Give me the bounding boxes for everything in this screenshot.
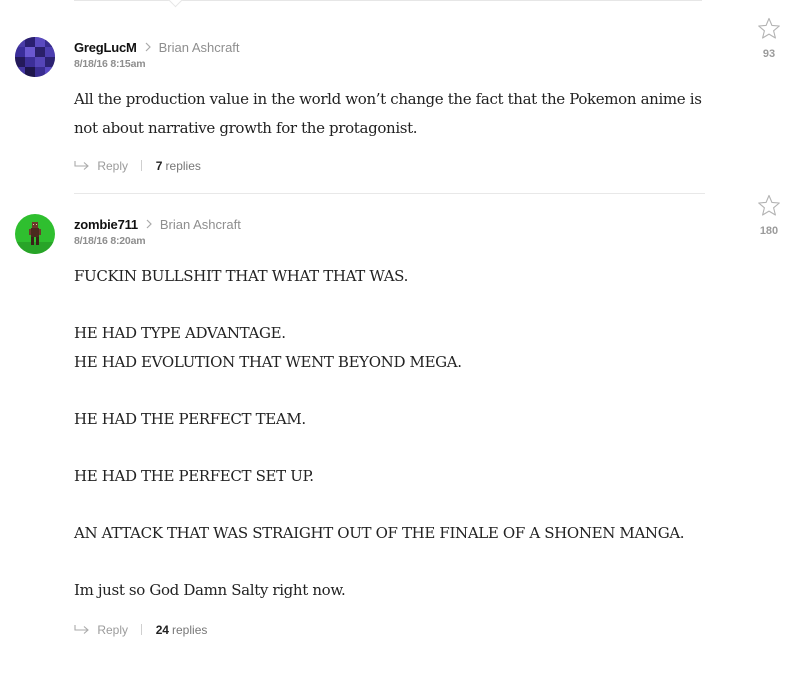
author-name[interactable]: GregLucM: [74, 40, 137, 55]
comment-header: zombie711 Brian Ashcraft: [74, 216, 241, 234]
pixelated-purple-avatar-icon: [15, 37, 55, 77]
comment-divider: [74, 193, 705, 194]
reply-arrow-icon[interactable]: [74, 623, 90, 637]
star-column: 93: [750, 17, 788, 60]
author-name[interactable]: zombie711: [74, 217, 138, 232]
comment-paragraph: All the production value in the world wo…: [74, 90, 706, 137]
comment-actions: Reply 24 replies: [74, 622, 207, 638]
reply-to-name[interactable]: Brian Ashcraft: [160, 217, 241, 232]
chevron-right-icon: [146, 218, 153, 232]
replies-label: replies: [165, 158, 201, 173]
star-count: 93: [762, 48, 776, 60]
comment-paragraph: Im just so God Damn Salty right now.: [74, 580, 346, 599]
action-separator: [141, 624, 143, 636]
replies-count: 24: [155, 622, 169, 637]
top-notch: [167, 0, 184, 8]
replies-link[interactable]: 24 replies: [155, 622, 208, 637]
reply-button[interactable]: Reply: [97, 623, 128, 637]
paragraph-spacer: [74, 547, 714, 576]
comment-paragraph: HE HAD THE PERFECT TEAM.: [74, 409, 306, 428]
paragraph-spacer: [74, 433, 714, 462]
paragraph-spacer: [74, 376, 714, 405]
replies-label: replies: [172, 622, 208, 637]
comment-actions: Reply 7 replies: [74, 158, 201, 174]
action-separator: [141, 160, 143, 172]
comment-paragraph: FUCKIN BULLSHIT THAT WHAT THAT WAS.: [74, 267, 408, 285]
timestamp[interactable]: 8/18/16 8:20am: [74, 235, 146, 247]
comment-paragraph: HE HAD THE PERFECT SET UP.: [74, 466, 314, 485]
reply-arrow-icon[interactable]: [74, 159, 90, 173]
comment-paragraph: HE HAD TYPE ADVANTAGE.: [74, 324, 286, 342]
reply-to-name[interactable]: Brian Ashcraft: [159, 40, 240, 55]
comment-paragraph: HE HAD EVOLUTION THAT WENT BEYOND MEGA.: [74, 352, 462, 371]
star-outline-icon[interactable]: [757, 194, 781, 221]
paragraph-spacer: [74, 490, 714, 519]
star-column: 180: [750, 194, 788, 237]
comment-paragraph: AN ATTACK THAT WAS STRAIGHT OUT OF THE F…: [74, 523, 685, 542]
avatar[interactable]: [15, 37, 55, 77]
replies-count: 7: [155, 158, 163, 173]
green-zombie-avatar-icon: [15, 214, 55, 254]
avatar[interactable]: [15, 214, 55, 254]
reply-button[interactable]: Reply: [97, 159, 128, 173]
comment-body: FUCKIN BULLSHIT THAT WHAT THAT WAS. HE H…: [74, 262, 714, 604]
star-outline-icon[interactable]: [757, 17, 781, 44]
chevron-right-icon: [145, 41, 152, 55]
paragraph-spacer: [74, 291, 714, 320]
timestamp[interactable]: 8/18/16 8:15am: [74, 58, 146, 70]
comment-body: All the production value in the world wo…: [74, 85, 714, 142]
comment-header: GregLucM Brian Ashcraft: [74, 39, 240, 57]
star-count: 180: [759, 225, 779, 237]
replies-link[interactable]: 7 replies: [155, 158, 201, 173]
